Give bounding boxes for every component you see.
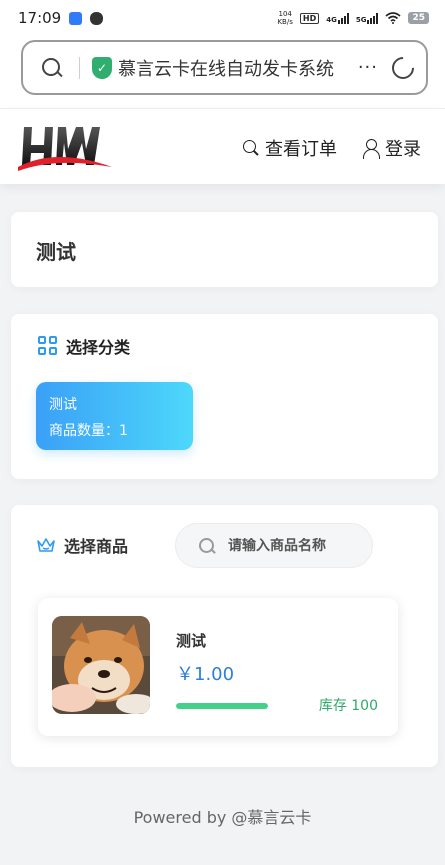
reload-icon[interactable] <box>387 51 419 84</box>
goods-heading: 选择商品 <box>36 533 128 557</box>
signal-4g-icon: 4G <box>326 12 349 24</box>
goods-card: 选择商品 测试 ￥1.00 库 <box>11 505 438 767</box>
product-card[interactable]: 测试 ￥1.00 库存 100 <box>38 598 398 736</box>
network-speed: 104 KB/s <box>277 10 292 26</box>
browser-toolbar: ✓ 慕言云卡在线自动发卡系统 ··· <box>0 36 445 108</box>
category-grid-icon <box>38 336 58 356</box>
status-left: 17:09 <box>18 9 104 27</box>
category-tile[interactable]: 测试 商品数量：1 <box>36 382 193 450</box>
crown-icon <box>37 538 55 552</box>
search-icon <box>242 139 260 157</box>
user-icon <box>362 138 380 159</box>
wifi-icon <box>385 12 401 24</box>
signal-5g-icon: 5G <box>355 12 379 24</box>
signal-5g-label: 5G <box>355 15 367 24</box>
footer-credit: Powered by @慕言云卡 <box>133 808 312 827</box>
view-orders-label: 查看订单 <box>265 139 337 160</box>
login-link[interactable]: 登录 <box>362 135 421 161</box>
search-icon <box>198 537 216 555</box>
category-count: 商品数量：1 <box>49 423 128 439</box>
category-card: 选择分类 测试 商品数量：1 <box>11 314 438 479</box>
site-header: 查看订单 登录 <box>0 108 445 184</box>
address-more: ··· <box>357 57 378 78</box>
stock-progress-fill <box>176 703 268 709</box>
signal-4g-label: 4G <box>326 15 337 24</box>
view-orders-link[interactable]: 查看订单 <box>242 135 337 161</box>
category-name: 测试 <box>49 397 77 413</box>
category-heading: 选择分类 <box>38 334 130 358</box>
address-text[interactable]: 慕言云卡在线自动发卡系统 <box>118 55 352 81</box>
stock-label: 库存 100 <box>318 698 378 714</box>
address-bar[interactable]: ✓ 慕言云卡在线自动发卡系统 ··· <box>21 40 428 95</box>
app-notification-icon <box>90 11 104 25</box>
stock-progress-bar <box>176 703 268 709</box>
search-icon[interactable] <box>41 57 63 79</box>
status-right: 104 KB/s HD 4G 5G 25 <box>277 10 429 26</box>
battery-icon: 25 <box>408 12 429 24</box>
shield-notification-icon <box>69 11 83 25</box>
product-price: ￥1.00 <box>176 664 235 685</box>
login-label: 登录 <box>385 139 421 160</box>
address-divider <box>79 56 80 79</box>
goods-search-box[interactable] <box>175 523 373 568</box>
product-name: 测试 <box>176 632 207 650</box>
status-time: 17:09 <box>18 9 62 27</box>
site-logo[interactable] <box>16 121 116 181</box>
network-speed-value: 104 <box>278 10 292 18</box>
category-heading-label: 选择分类 <box>66 338 131 357</box>
hd-badge: HD <box>299 12 320 24</box>
dog-photo-icon <box>52 616 150 714</box>
goods-search-input[interactable] <box>228 537 358 554</box>
network-speed-unit: KB/s <box>277 18 293 26</box>
page-title: 测试 <box>36 240 76 264</box>
goods-heading-label: 选择商品 <box>64 537 129 556</box>
title-card: 测试 <box>11 212 438 287</box>
status-bar: 17:09 104 KB/s HD 4G 5G 25 <box>0 0 445 36</box>
product-image[interactable] <box>52 616 150 714</box>
secure-shield-icon[interactable]: ✓ <box>92 56 112 79</box>
